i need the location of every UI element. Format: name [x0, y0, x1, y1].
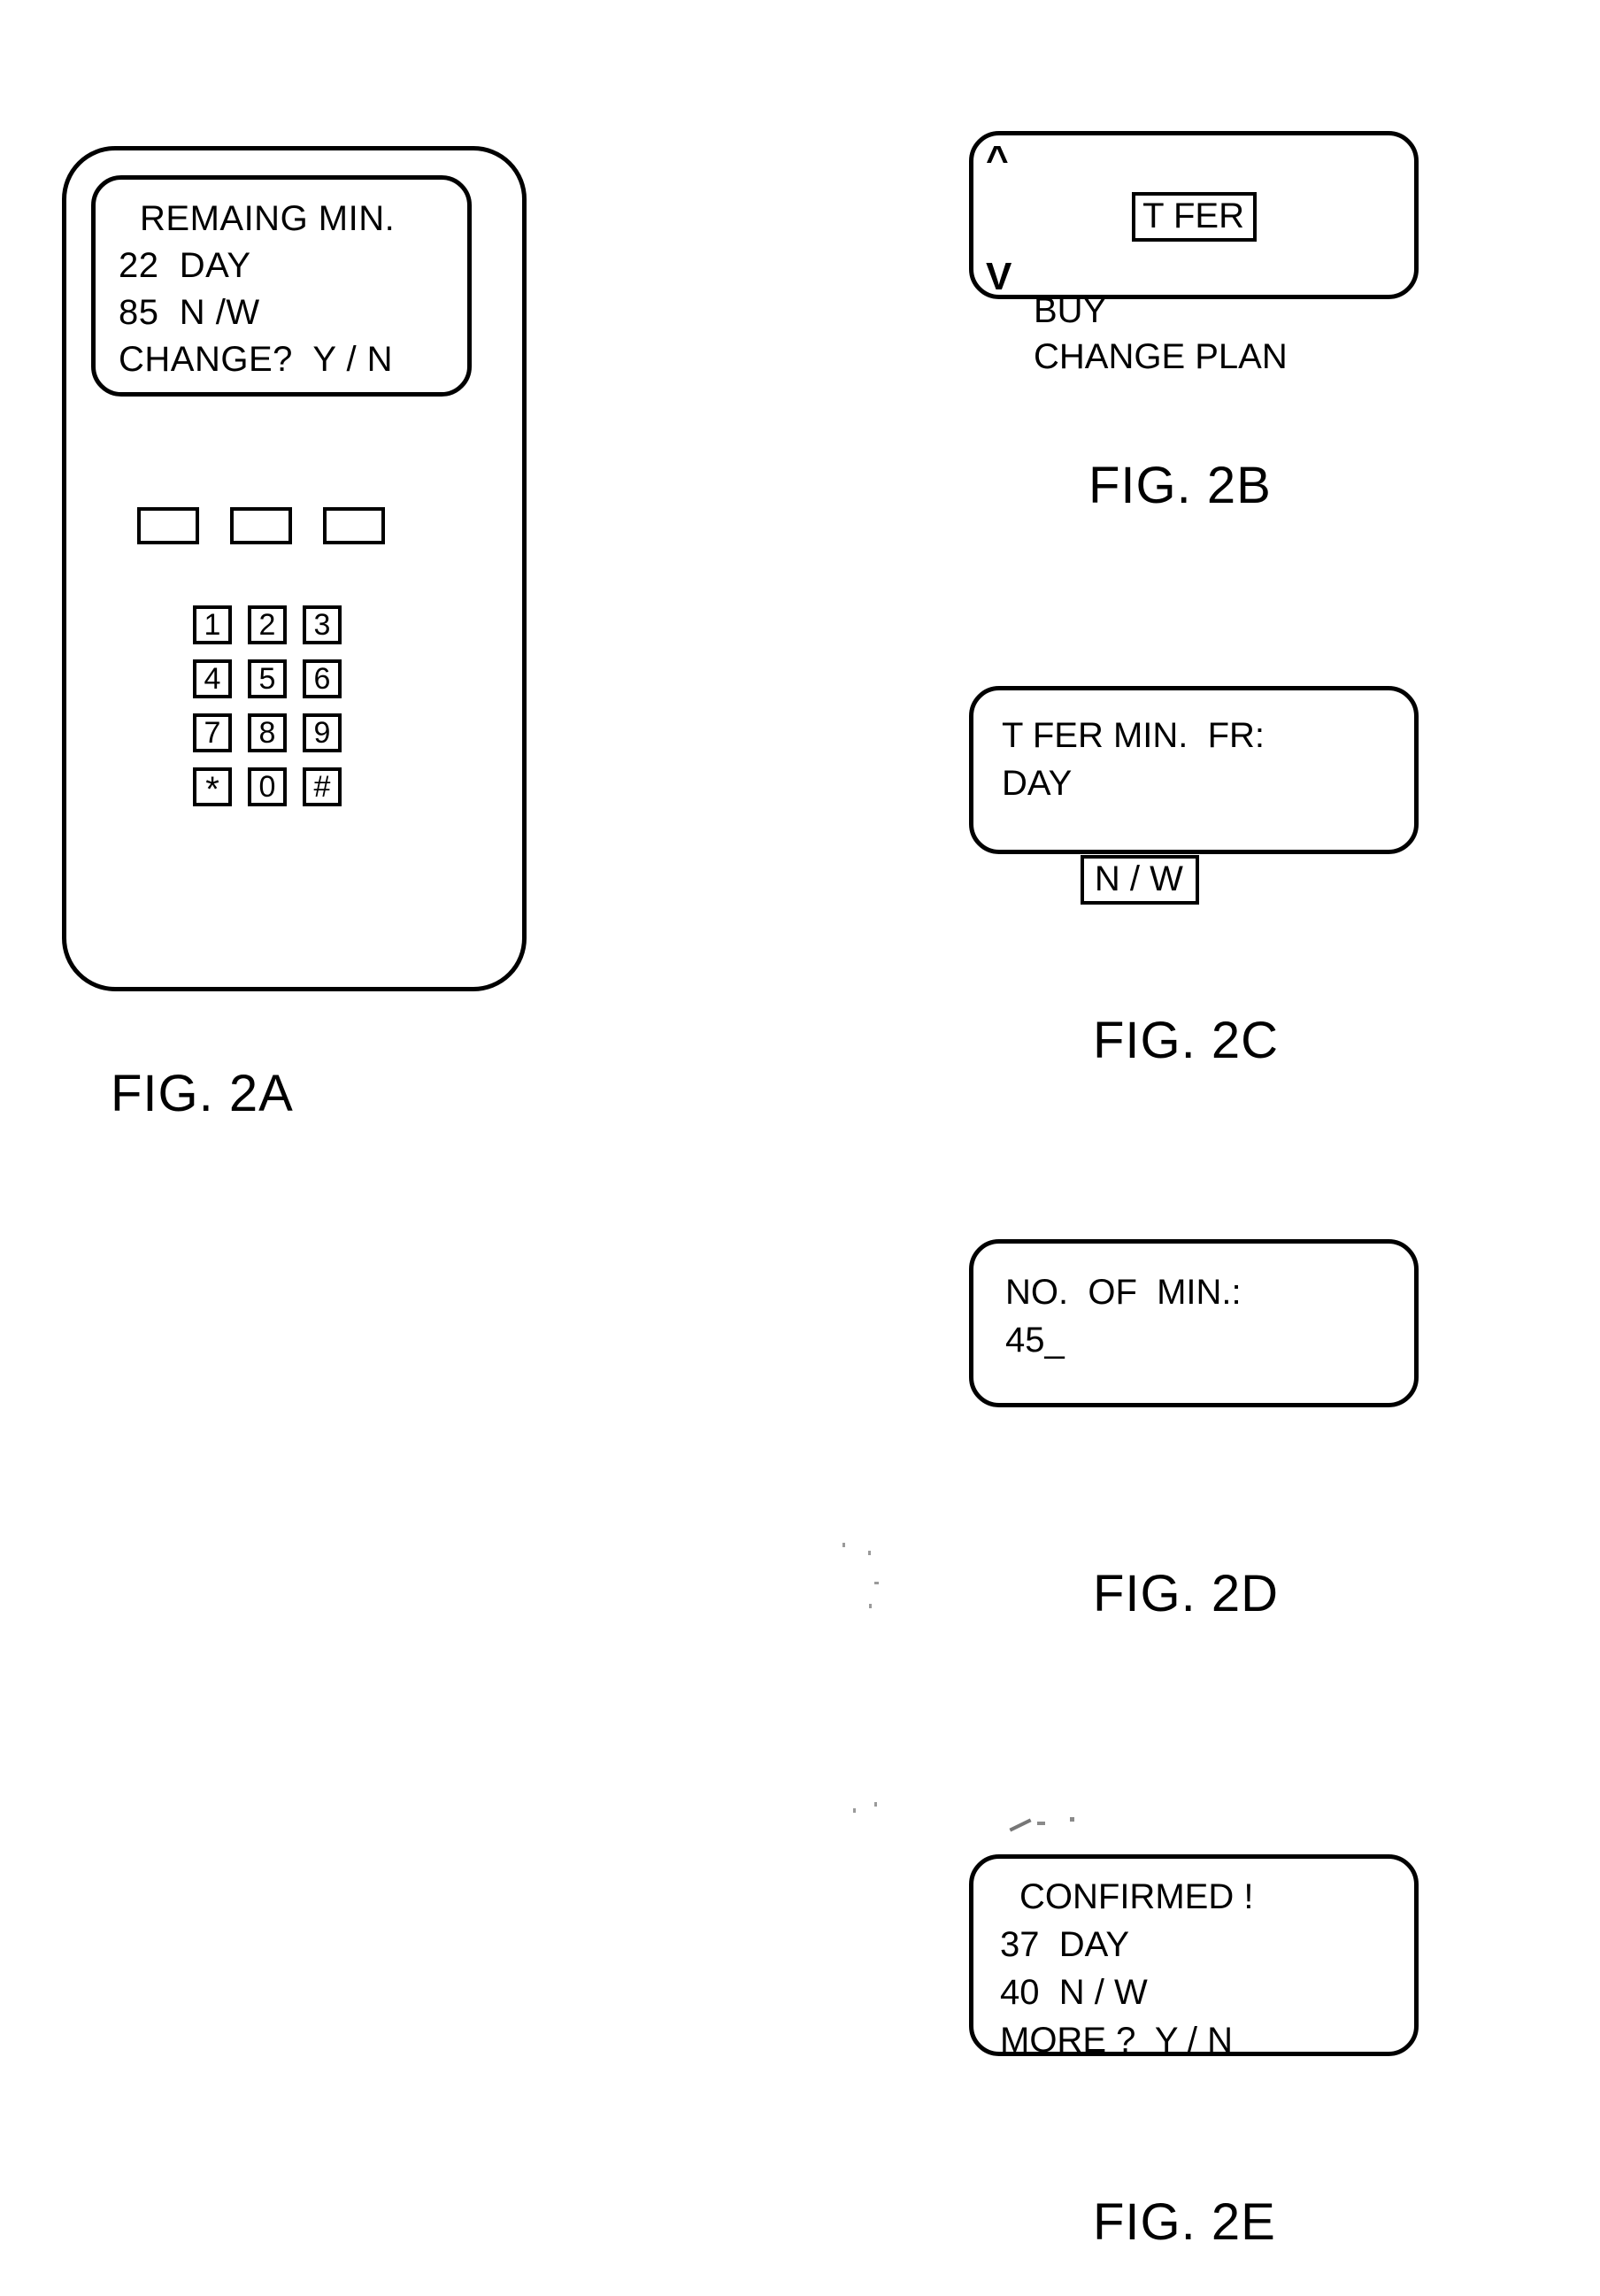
scan-smudge: [1037, 1822, 1045, 1825]
fig2e-line-more-prompt: MORE ? Y / N: [1000, 2021, 1234, 2060]
figure-caption-2a: FIG. 2A: [111, 1065, 294, 1122]
key-8[interactable]: 8: [248, 713, 287, 752]
patent-drawing-sheet: REMAING MIN. 22 DAY 85 N /W CHANGE? Y / …: [0, 0, 1600, 2296]
display-fig2d-body: NO. OF MIN.: 45_: [973, 1244, 1414, 1403]
keypad-row: 7 8 9: [193, 713, 361, 767]
display-fig2d: NO. OF MIN.: 45_: [969, 1239, 1419, 1407]
menu-item-tfer[interactable]: T FER: [1132, 192, 1257, 242]
scan-speck: [868, 1551, 871, 1555]
scan-speck: [869, 1604, 872, 1608]
key-4[interactable]: 4: [193, 659, 232, 698]
key-9[interactable]: 9: [303, 713, 342, 752]
display-fig2e: CONFIRMED ! 37 DAY 40 N / W MORE ? Y / N: [969, 1854, 1419, 2060]
scan-smudge: [1070, 1817, 1074, 1822]
display-fig2b: ^ V T FER BUY CHANGE PLAN: [969, 131, 1419, 377]
menu-item-change-plan[interactable]: CHANGE PLAN: [1028, 334, 1409, 380]
menu-list: T FER BUY CHANGE PLAN: [1028, 146, 1409, 380]
menu-item-tfer-wrap: T FER: [1028, 146, 1409, 288]
soft-key-right[interactable]: [323, 507, 385, 544]
fig2c-option-nw[interactable]: N / W: [1080, 855, 1199, 905]
scroll-down-icon[interactable]: V: [986, 258, 1012, 297]
fig2c-option-day[interactable]: DAY: [1002, 759, 1414, 807]
key-2[interactable]: 2: [248, 605, 287, 644]
fig2d-minutes-input[interactable]: 45_: [1005, 1316, 1414, 1364]
keypad-row: 4 5 6: [193, 659, 361, 713]
fig2c-line-title: T FER MIN. FR:: [1002, 716, 1265, 755]
fig2e-line-day: 37 DAY: [1000, 1925, 1129, 1964]
keypad-row: * 0 #: [193, 767, 361, 821]
figure-caption-2e: FIG. 2E: [1093, 2193, 1276, 2251]
figure-caption-2b: FIG. 2B: [1088, 457, 1272, 514]
scan-smudge: [1009, 1818, 1032, 1832]
key-1[interactable]: 1: [193, 605, 232, 644]
keypad-row: 1 2 3: [193, 605, 361, 659]
key-6[interactable]: 6: [303, 659, 342, 698]
scroll-indicators: ^ V: [986, 141, 1025, 297]
scan-speck: [874, 1582, 879, 1584]
key-5[interactable]: 5: [248, 659, 287, 698]
fig2e-line-nw: 40 N / W: [1000, 1973, 1148, 2012]
soft-key-middle[interactable]: [230, 507, 292, 544]
display-line-nw: 85 N /W: [119, 293, 260, 332]
display-line-day: 22 DAY: [119, 246, 251, 285]
key-asterisk[interactable]: *: [193, 767, 232, 808]
fig2c-option-nw-wrap: N / W: [1002, 807, 1414, 952]
fig2e-line-confirmed: CONFIRMED !: [1019, 1877, 1254, 1916]
menu-item-buy[interactable]: BUY: [1028, 288, 1409, 334]
key-3[interactable]: 3: [303, 605, 342, 644]
scan-speck: [853, 1808, 856, 1813]
display-line-title: REMAING MIN.: [140, 199, 396, 238]
key-0[interactable]: 0: [248, 767, 287, 806]
figure-caption-2c: FIG. 2C: [1093, 1012, 1280, 1069]
handset-display: REMAING MIN. 22 DAY 85 N /W CHANGE? Y / …: [91, 175, 472, 397]
scan-speck: [842, 1543, 845, 1547]
display-line-prompt: CHANGE? Y / N: [119, 340, 394, 379]
display-fig2b-body: ^ V T FER BUY CHANGE PLAN: [973, 135, 1414, 377]
soft-key-left[interactable]: [137, 507, 199, 544]
soft-key-row: [137, 507, 420, 544]
display-fig2e-body: CONFIRMED ! 37 DAY 40 N / W MORE ? Y / N: [973, 1859, 1414, 2060]
display-fig2c: T FER MIN. FR: DAY N / W: [969, 686, 1419, 905]
key-hash[interactable]: #: [303, 767, 342, 806]
handset-display-text: REMAING MIN. 22 DAY 85 N /W CHANGE? Y / …: [96, 180, 467, 392]
display-fig2c-body: T FER MIN. FR: DAY N / W: [973, 690, 1414, 905]
fig2d-prompt-label: NO. OF MIN.:: [1005, 1273, 1242, 1312]
numeric-keypad: 1 2 3 4 5 6 7 8 9 * 0 #: [193, 605, 361, 808]
scan-speck: [874, 1802, 877, 1807]
key-7[interactable]: 7: [193, 713, 232, 752]
figure-caption-2d: FIG. 2D: [1093, 1565, 1280, 1622]
scroll-up-icon[interactable]: ^: [986, 141, 1009, 180]
